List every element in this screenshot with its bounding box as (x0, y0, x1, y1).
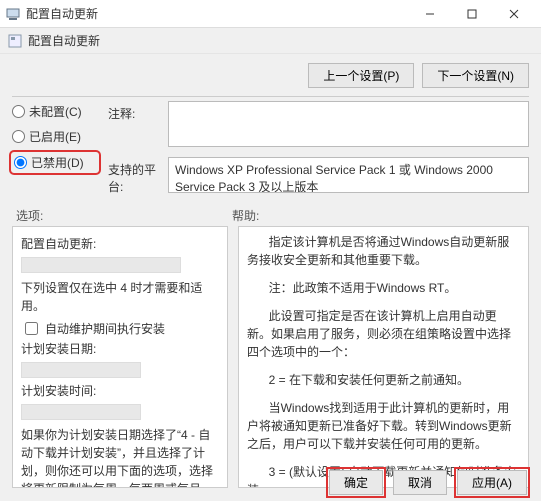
opt-note: 下列设置仅在选中 4 时才需要和适用。 (21, 279, 219, 315)
radio-not-configured-label: 未配置(C) (29, 103, 82, 120)
opt-maintenance-label: 自动维护期间执行安装 (45, 320, 165, 338)
close-button[interactable] (493, 0, 535, 28)
apply-button[interactable]: 应用(A) (457, 470, 527, 495)
sub-titlebar: 配置自动更新 (0, 28, 541, 54)
help-p3: 此设置可指定是否在该计算机上启用自动更新。如果启用了服务，则必须在组策略设置中选… (247, 307, 520, 361)
opt-time-select[interactable] (21, 404, 141, 420)
comment-field: 注释: (108, 101, 529, 147)
radio-disabled[interactable]: 已禁用(D) (12, 153, 98, 172)
help-panel: 指定该计算机是否将通过Windows自动更新服务接收安全更新和其他重要下载。 注… (238, 226, 529, 488)
radio-disabled-label: 已禁用(D) (31, 154, 84, 171)
opt-date-select[interactable] (21, 362, 141, 378)
opt-time-label: 计划安装时间: (21, 382, 219, 400)
maximize-button[interactable] (451, 0, 493, 28)
panel-headers: 选项: 帮助: (0, 203, 541, 226)
config-section: 未配置(C) 已启用(E) 已禁用(D) 注释: 支持的平台: Windows … (0, 101, 541, 203)
next-setting-button[interactable]: 下一个设置(N) (422, 63, 529, 88)
options-panel: 配置自动更新: 下列设置仅在选中 4 时才需要和适用。 自动维护期间执行安装 计… (12, 226, 228, 488)
help-p4: 2 = 在下载和安装任何更新之前通知。 (247, 371, 520, 389)
policy-title: 配置自动更新 (28, 32, 100, 49)
supported-label: 支持的平台: (108, 157, 162, 195)
opt-maintenance-input[interactable] (25, 322, 38, 335)
nav-row: 上一个设置(P) 下一个设置(N) (0, 54, 541, 96)
opt-date-label: 计划安装日期: (21, 340, 219, 358)
radio-disabled-input[interactable] (14, 156, 27, 169)
prev-setting-button[interactable]: 上一个设置(P) (308, 63, 414, 88)
window-titlebar: 配置自动更新 (0, 0, 541, 28)
opt-maintenance-checkbox[interactable]: 自动维护期间执行安装 (21, 319, 219, 338)
policy-icon (8, 34, 22, 48)
radio-enabled-label: 已启用(E) (29, 128, 81, 145)
footer-buttons: 确定 取消 应用(A) (329, 470, 527, 495)
opt-config-select[interactable] (21, 257, 181, 273)
comment-label: 注释: (108, 101, 162, 147)
lower-panels: 配置自动更新: 下列设置仅在选中 4 时才需要和适用。 自动维护期间执行安装 计… (0, 226, 541, 488)
radio-not-configured-input[interactable] (12, 105, 25, 118)
supported-text: Windows XP Professional Service Pack 1 或… (168, 157, 529, 193)
ok-button[interactable]: 确定 (329, 470, 383, 495)
comment-input[interactable] (168, 101, 529, 147)
help-header: 帮助: (232, 207, 259, 224)
opt-config-label: 配置自动更新: (21, 235, 219, 253)
cancel-button[interactable]: 取消 (393, 470, 447, 495)
help-p5: 当Windows找到适用于此计算机的更新时，用户将被通知更新已准备好下载。转到W… (247, 399, 520, 453)
minimize-button[interactable] (409, 0, 451, 28)
supported-field: 支持的平台: Windows XP Professional Service P… (108, 157, 529, 195)
opt-explain: 如果你为计划安装日期选择了“4 - 自动下载并计划安装”，并且选择了计划，则你还… (21, 426, 219, 488)
radio-enabled-input[interactable] (12, 130, 25, 143)
help-p2: 注：此政策不适用于Windows RT。 (247, 279, 520, 297)
window-title: 配置自动更新 (26, 5, 98, 22)
app-icon (6, 7, 20, 21)
radio-enabled[interactable]: 已启用(E) (12, 128, 98, 145)
radio-not-configured[interactable]: 未配置(C) (12, 103, 98, 120)
options-header: 选项: (16, 207, 232, 224)
help-p1: 指定该计算机是否将通过Windows自动更新服务接收安全更新和其他重要下载。 (247, 233, 520, 269)
state-radios: 未配置(C) 已启用(E) 已禁用(D) (12, 101, 98, 195)
